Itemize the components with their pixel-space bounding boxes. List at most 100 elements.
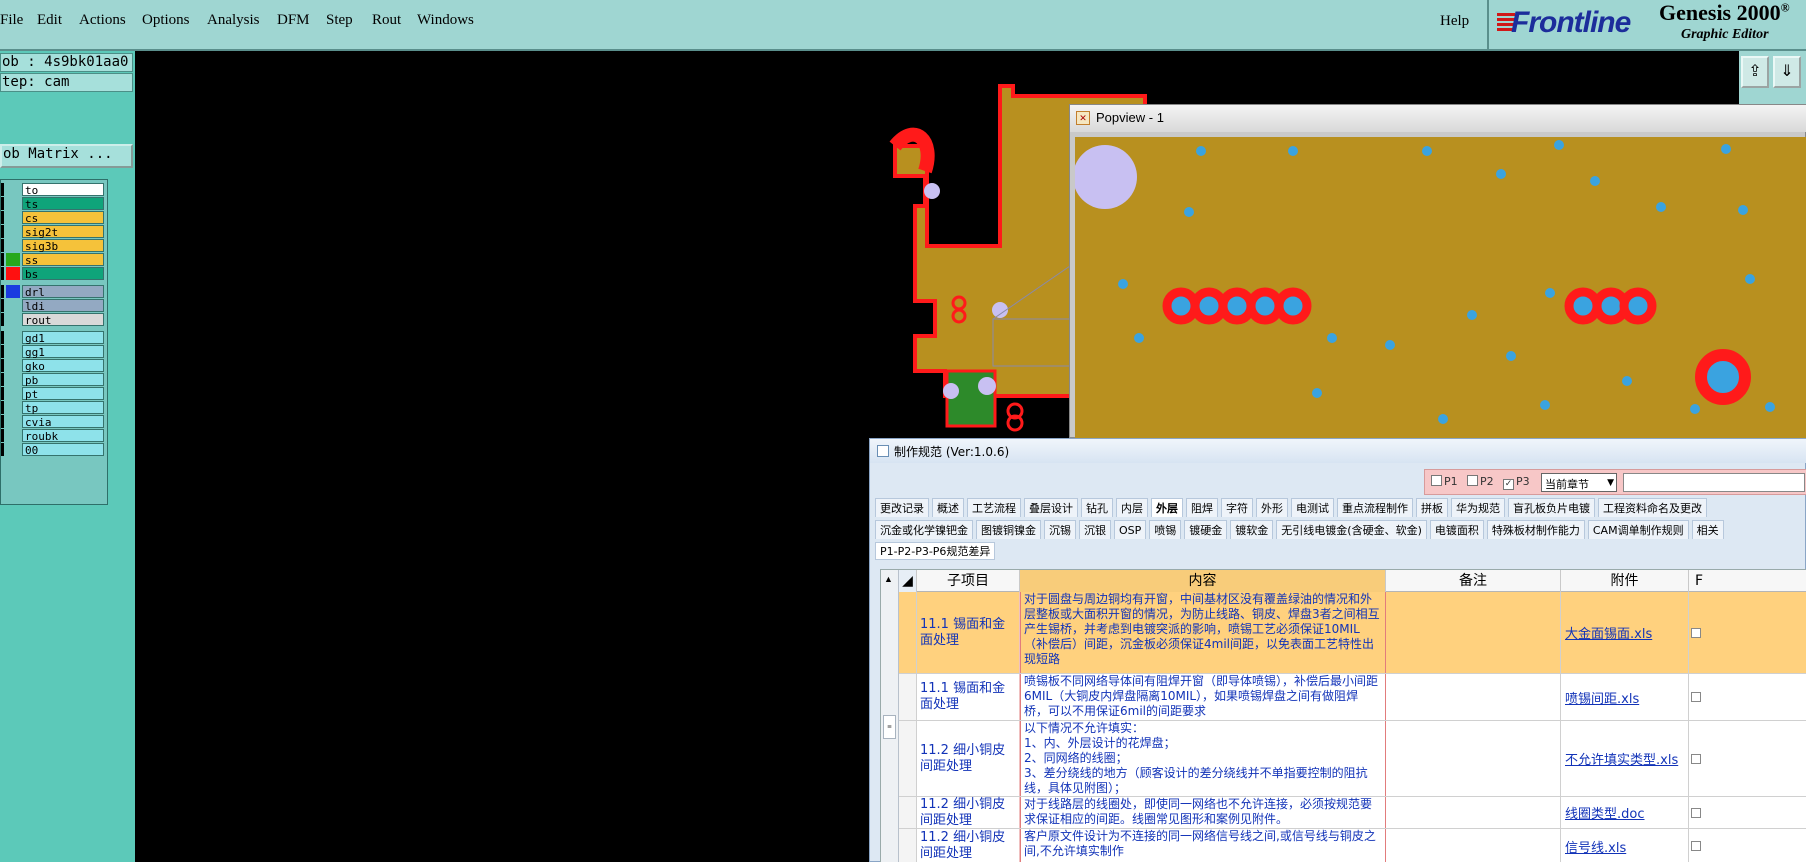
vertical-scrollbar[interactable]: ▲ ≡: [881, 570, 899, 862]
subtab-differences[interactable]: P1-P2-P3-P6规范差异: [875, 542, 996, 560]
layer-color-swatch[interactable]: [6, 359, 20, 372]
tab-row2-item[interactable]: 相关: [1691, 520, 1724, 539]
layer-row-rout[interactable]: rout: [1, 312, 107, 327]
tab-row1-item[interactable]: 概述: [932, 498, 964, 517]
menu-options[interactable]: Options: [142, 12, 190, 29]
table-row[interactable]: 11.1 锡面和金面处理 喷锡板不同网络导体间有阻焊开窗（即导体喷锡），补偿后最小…: [899, 674, 1806, 721]
menu-edit[interactable]: Edit: [37, 12, 62, 29]
layer-color-swatch[interactable]: [6, 211, 20, 224]
layer-row-ts[interactable]: ts: [1, 196, 107, 211]
row-indicator[interactable]: [899, 674, 917, 720]
popview-canvas[interactable]: [1073, 137, 1806, 439]
layer-toggle[interactable]: [1, 401, 4, 414]
layer-toggle[interactable]: [1, 359, 4, 372]
tab-row1-item[interactable]: 工程资料命名及更改: [1598, 498, 1707, 517]
layer-color-swatch[interactable]: [6, 443, 20, 456]
layer-name[interactable]: cvia: [22, 415, 104, 429]
checkbox-icon[interactable]: [1691, 627, 1701, 638]
layer-color-swatch[interactable]: [6, 239, 20, 252]
table-row[interactable]: 11.2 细小铜皮间距处理 对于线路层的线圈处，即使同一网络也不允许连接，必须按规…: [899, 797, 1806, 829]
layer-row-ss[interactable]: ss: [1, 252, 107, 267]
tab-row1-item[interactable]: 重点流程制作: [1337, 498, 1413, 517]
layer-toggle[interactable]: [1, 345, 4, 358]
popview-window[interactable]: ✕ Popview - 1: [1069, 104, 1806, 439]
tab-row2-item[interactable]: 镀硬金: [1184, 520, 1228, 539]
layer-name[interactable]: roubk: [22, 429, 104, 443]
cell-attachment-link[interactable]: 不允许填实类型.xls: [1561, 721, 1689, 796]
row-indicator[interactable]: [899, 829, 917, 862]
layer-toggle[interactable]: [1, 239, 4, 252]
layer-row-pb[interactable]: pb: [1, 372, 107, 387]
tab-row1-item[interactable]: 阻焊: [1186, 498, 1218, 517]
layer-color-swatch[interactable]: [6, 373, 20, 386]
tab-row1-item[interactable]: 内层: [1116, 498, 1148, 517]
tab-row1-item[interactable]: 电测试: [1291, 498, 1334, 517]
layer-row-gko[interactable]: gko: [1, 358, 107, 373]
import-icon[interactable]: ⇓: [1773, 56, 1801, 88]
layer-toggle[interactable]: [1, 267, 4, 280]
layer-color-swatch[interactable]: [6, 253, 20, 266]
menu-actions[interactable]: Actions: [79, 12, 126, 29]
layer-row-bs[interactable]: bs: [1, 266, 107, 281]
layer-name[interactable]: ldi: [22, 299, 104, 313]
menu-step[interactable]: Step: [326, 12, 353, 29]
scroll-up-icon[interactable]: ▲: [884, 574, 893, 584]
layer-row-pt[interactable]: pt: [1, 386, 107, 401]
filter-p3-checkbox[interactable]: ✓ P3: [1503, 475, 1530, 490]
menu-file[interactable]: File: [0, 12, 23, 29]
checkbox-icon[interactable]: [1691, 841, 1701, 851]
spec-titlebar[interactable]: 制作规范 (Ver:1.0.6): [870, 439, 1806, 463]
tab-row1-item[interactable]: 华为规范: [1451, 498, 1505, 517]
tab-row2-item[interactable]: 沉金或化学镍钯金: [875, 520, 973, 539]
layer-toggle[interactable]: [1, 211, 4, 224]
layer-name[interactable]: gko: [22, 359, 104, 373]
layer-name[interactable]: 00: [22, 443, 104, 457]
layer-name[interactable]: cs: [22, 211, 104, 225]
spec-window[interactable]: 制作规范 (Ver:1.0.6) P1 P2 ✓ P3 当前章节 ▼ 更改记录 概述工…: [869, 438, 1806, 862]
cell-attachment-link[interactable]: 喷锡间距.xls: [1561, 674, 1689, 720]
layer-toggle[interactable]: [1, 225, 4, 238]
layer-color-swatch[interactable]: [6, 415, 20, 428]
column-header-attachment[interactable]: 附件: [1561, 570, 1689, 592]
layer-name[interactable]: sig2t: [22, 225, 104, 239]
tab-row1-item[interactable]: 叠层设计: [1024, 498, 1078, 517]
header-corner-icon[interactable]: ◢: [899, 570, 917, 592]
tab-row1-item[interactable]: 外层: [1151, 498, 1183, 517]
layer-name[interactable]: ts: [22, 197, 104, 211]
layer-toggle[interactable]: [1, 415, 4, 428]
tab-row2-item[interactable]: 无引线电镀金(含硬金、软金): [1276, 520, 1427, 539]
search-input[interactable]: [1623, 473, 1805, 492]
tab-row2-item[interactable]: 图镀铜镍金: [976, 520, 1041, 539]
cell-attachment-link[interactable]: 大金面锡面.xls: [1561, 592, 1689, 673]
layer-name[interactable]: to: [22, 183, 104, 197]
layer-toggle[interactable]: [1, 299, 4, 312]
layer-name[interactable]: tp: [22, 401, 104, 415]
tab-row1-item[interactable]: 字符: [1221, 498, 1253, 517]
layer-name[interactable]: ss: [22, 253, 104, 267]
filter-p1-checkbox[interactable]: P1: [1431, 475, 1458, 488]
layer-color-swatch[interactable]: [6, 429, 20, 442]
layer-name[interactable]: gg1: [22, 345, 104, 359]
layer-row-gg1[interactable]: gg1: [1, 344, 107, 359]
tab-row2-item[interactable]: 沉锡: [1044, 520, 1076, 539]
menu-windows[interactable]: Windows: [417, 12, 474, 29]
layer-row-cvia[interactable]: cvia: [1, 414, 107, 429]
table-row[interactable]: 11.2 细小铜皮间距处理 客户原文件设计为不连接的同一网络信号线之间,或信号线与…: [899, 829, 1806, 862]
cell-attachment-link[interactable]: 信号线.xls: [1561, 829, 1689, 862]
table-row[interactable]: 11.1 锡面和金面处理 对于圆盘与周边铜均有开窗，中间基材区没有覆盖绿油的情况和…: [899, 592, 1806, 674]
layer-toggle[interactable]: [1, 313, 4, 326]
column-header-sub[interactable]: 子项目: [917, 570, 1020, 592]
layer-color-swatch[interactable]: [6, 313, 20, 326]
filter-p2-checkbox[interactable]: P2: [1467, 475, 1494, 488]
layer-row-roubk[interactable]: roubk: [1, 428, 107, 443]
table-row[interactable]: 11.2 细小铜皮间距处理 以下情况不允许填实： 1、内、外层设计的花焊盘； 2、…: [899, 721, 1806, 797]
layer-row-cs[interactable]: cs: [1, 210, 107, 225]
layer-name[interactable]: sig3b: [22, 239, 104, 253]
checkbox-icon[interactable]: [1691, 692, 1701, 702]
checkbox-icon[interactable]: [1691, 753, 1701, 764]
tab-row2-item[interactable]: CAM调单制作规则: [1587, 520, 1689, 539]
layer-name[interactable]: gd1: [22, 331, 104, 345]
column-header-content[interactable]: 内容: [1020, 570, 1386, 592]
job-matrix-button[interactable]: ob Matrix ...: [0, 144, 133, 168]
layer-name[interactable]: drl: [22, 285, 104, 299]
